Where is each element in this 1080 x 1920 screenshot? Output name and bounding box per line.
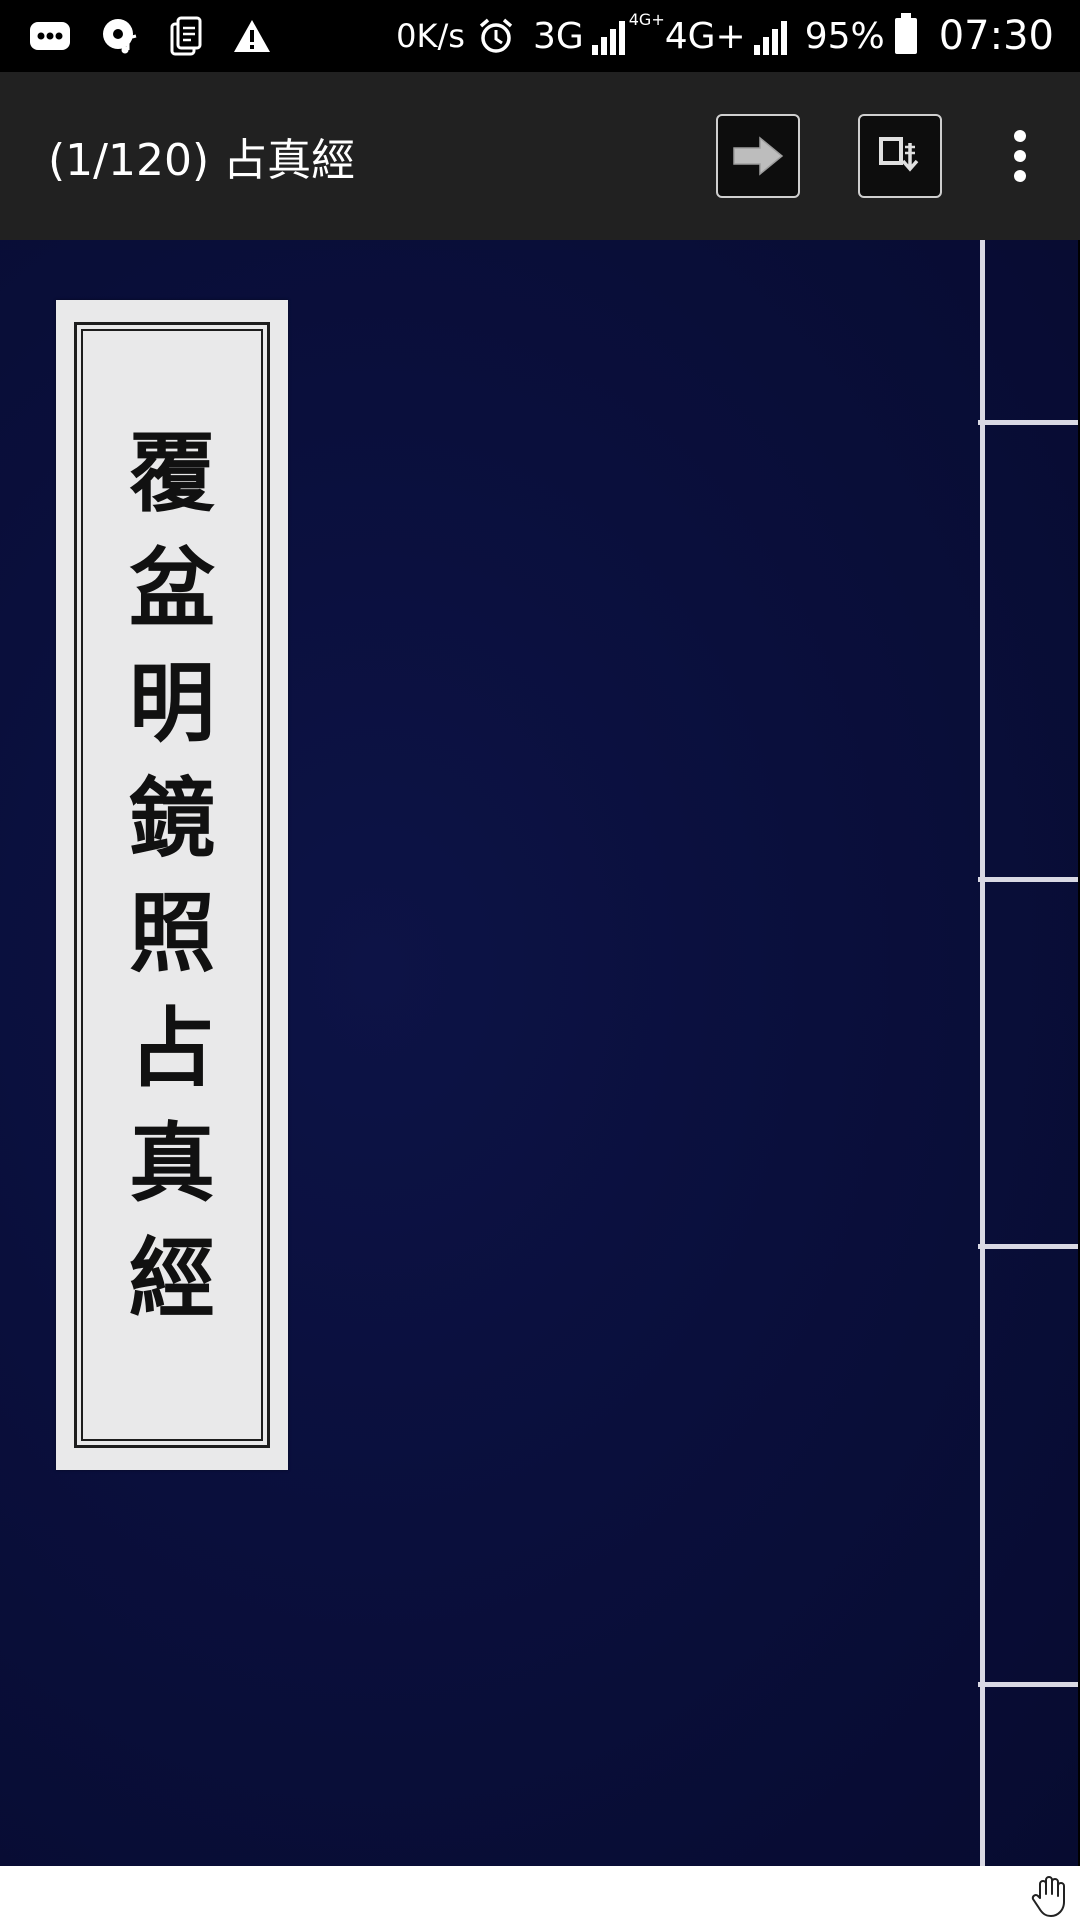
overflow-menu-icon: [1014, 130, 1026, 182]
title-char: 鏡: [129, 768, 215, 869]
binding-stitch: [978, 420, 1080, 425]
download-page-button[interactable]: [858, 114, 942, 198]
more-notifications-icon: [30, 22, 70, 50]
next-page-button[interactable]: [716, 114, 800, 198]
app-bar: (1/120) 占真經: [0, 72, 1080, 240]
network-speed: 0K/s: [396, 17, 465, 55]
warning-icon: [234, 20, 270, 52]
overflow-menu-button[interactable]: [1000, 116, 1040, 196]
title-label: 覆 盆 明 鏡 照 占 真 經: [56, 300, 288, 1470]
binding-stitch: [978, 877, 1080, 882]
network-superscript: 4G+: [628, 10, 665, 29]
system-status: 0K/s 3G 4G+ 4G+ 95% 07:30: [396, 10, 1080, 60]
title-char: 真: [129, 1113, 215, 1214]
title-char: 經: [129, 1228, 215, 1329]
music-disc-icon: [103, 19, 137, 54]
title-char: 照: [129, 883, 215, 984]
next-page-icon: [733, 136, 784, 176]
book-title: 覆 盆 明 鏡 照 占 真 經: [56, 416, 288, 1336]
app-actions: [716, 114, 1080, 198]
page-viewer[interactable]: 覆 盆 明 鏡 照 占 真 經: [0, 240, 1080, 1868]
document-icon: [170, 16, 202, 56]
network-type-1: 3G: [532, 15, 584, 57]
battery-icon: [894, 13, 917, 54]
network-type-2: 4G+: [664, 15, 746, 57]
binding-stitch: [978, 1244, 1080, 1249]
battery-percent: 95%: [804, 15, 885, 57]
screen: 0K/s 3G 4G+ 4G+ 95% 07:30 (1/120) 占真經 覆 …: [0, 0, 1080, 1920]
page-title: (1/120) 占真經: [48, 135, 356, 186]
title-char: 占: [129, 998, 215, 1099]
clock: 07:30: [938, 13, 1054, 59]
bottom-strip: [0, 1868, 1080, 1920]
binding-thread: [980, 240, 985, 1866]
notification-icons: [0, 16, 272, 56]
book-cover-image: 覆 盆 明 鏡 照 占 真 經: [0, 240, 1080, 1866]
binding-stitch: [978, 1682, 1080, 1687]
signal-icon: [753, 17, 787, 55]
title-char: 覆: [129, 423, 215, 524]
download-page-icon: [879, 137, 919, 172]
alarm-clock-icon: [479, 18, 513, 53]
hand-cursor-icon[interactable]: [1028, 1874, 1072, 1918]
signal-icon: [591, 17, 625, 55]
title-char: 盆: [129, 538, 215, 639]
title-char: 明: [129, 653, 215, 754]
status-bar: 0K/s 3G 4G+ 4G+ 95% 07:30: [0, 0, 1080, 72]
